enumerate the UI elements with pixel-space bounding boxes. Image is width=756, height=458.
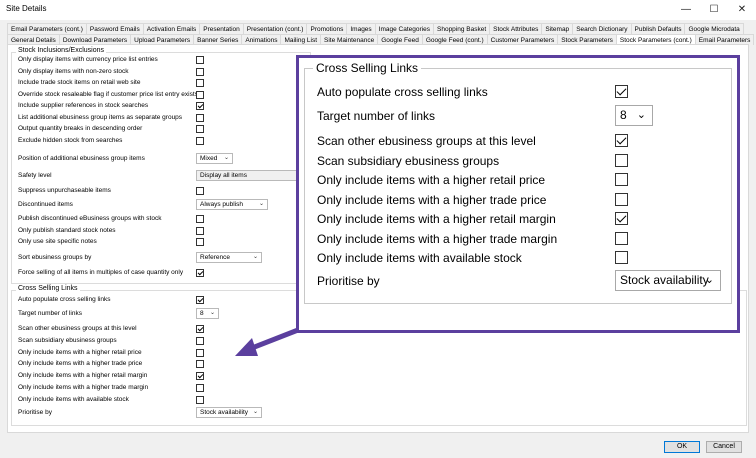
cancel-button[interactable]: Cancel bbox=[706, 441, 742, 453]
callout-arrow bbox=[235, 327, 299, 356]
ok-button[interactable]: OK bbox=[664, 441, 700, 453]
arrow-head bbox=[235, 338, 258, 356]
arrow-shaft bbox=[251, 327, 299, 351]
